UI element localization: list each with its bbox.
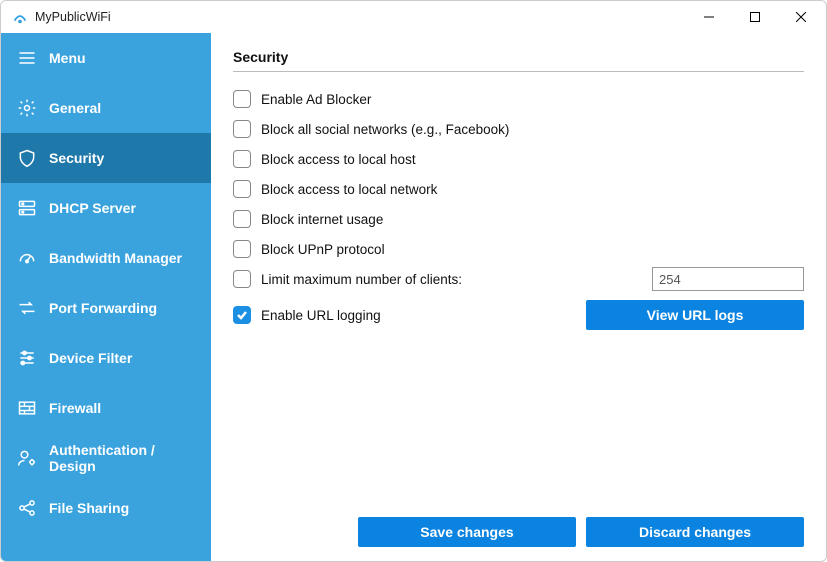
- firewall-icon: [17, 398, 37, 418]
- minimize-button[interactable]: [686, 1, 732, 33]
- action-buttons: Save changes Discard changes: [233, 507, 804, 547]
- sidebar-item-label: Firewall: [49, 400, 101, 416]
- app-icon: [11, 8, 29, 26]
- sidebar-item-label: Device Filter: [49, 350, 132, 366]
- checkbox[interactable]: [233, 150, 251, 168]
- sidebar-item-file-sharing[interactable]: File Sharing: [1, 483, 211, 533]
- window-controls: [686, 1, 824, 33]
- content-area: Security Enable Ad Blocker Block all soc…: [211, 33, 826, 561]
- option-label: Block UPnP protocol: [261, 242, 385, 257]
- checkbox[interactable]: [233, 306, 251, 324]
- option-label: Block access to local host: [261, 152, 416, 167]
- menu-icon: [17, 48, 37, 68]
- checkbox[interactable]: [233, 180, 251, 198]
- sidebar: Menu General Security DHCP Server Bandwi…: [1, 33, 211, 561]
- option-block-localnet[interactable]: Block access to local network: [233, 174, 804, 204]
- server-icon: [17, 198, 37, 218]
- option-label: Block all social networks (e.g., Faceboo…: [261, 122, 509, 137]
- option-block-localhost[interactable]: Block access to local host: [233, 144, 804, 174]
- app-window: MyPublicWiFi Menu General Security: [0, 0, 827, 562]
- option-limit-clients: Limit maximum number of clients:: [233, 264, 804, 294]
- max-clients-input[interactable]: [652, 267, 804, 291]
- discard-button[interactable]: Discard changes: [586, 517, 804, 547]
- close-button[interactable]: [778, 1, 824, 33]
- gear-icon: [17, 98, 37, 118]
- sidebar-item-label: Bandwidth Manager: [49, 250, 182, 266]
- option-block-internet[interactable]: Block internet usage: [233, 204, 804, 234]
- gauge-icon: [17, 248, 37, 268]
- checkbox[interactable]: [233, 240, 251, 258]
- sidebar-item-security[interactable]: Security: [1, 133, 211, 183]
- checkbox[interactable]: [233, 270, 251, 288]
- view-url-logs-button[interactable]: View URL logs: [586, 300, 804, 330]
- save-button[interactable]: Save changes: [358, 517, 576, 547]
- sidebar-item-auth-design[interactable]: Authentication / Design: [1, 433, 211, 483]
- option-label: Enable Ad Blocker: [261, 92, 371, 107]
- sidebar-item-port-forwarding[interactable]: Port Forwarding: [1, 283, 211, 333]
- sidebar-item-label: Authentication / Design: [49, 442, 195, 474]
- sidebar-item-general[interactable]: General: [1, 83, 211, 133]
- option-label: Block access to local network: [261, 182, 437, 197]
- sidebar-item-label: Port Forwarding: [49, 300, 157, 316]
- option-enable-ad-blocker[interactable]: Enable Ad Blocker: [233, 84, 804, 114]
- sidebar-item-label: General: [49, 100, 101, 116]
- sidebar-item-label: Menu: [49, 50, 86, 66]
- checkbox[interactable]: [233, 120, 251, 138]
- sidebar-item-bandwidth[interactable]: Bandwidth Manager: [1, 233, 211, 283]
- share-icon: [17, 498, 37, 518]
- maximize-button[interactable]: [732, 1, 778, 33]
- option-block-upnp[interactable]: Block UPnP protocol: [233, 234, 804, 264]
- option-label: Enable URL logging: [261, 308, 381, 323]
- sidebar-item-device-filter[interactable]: Device Filter: [1, 333, 211, 383]
- checkbox[interactable]: [233, 90, 251, 108]
- sliders-icon: [17, 348, 37, 368]
- checkbox[interactable]: [233, 210, 251, 228]
- sidebar-item-dhcp[interactable]: DHCP Server: [1, 183, 211, 233]
- option-block-social[interactable]: Block all social networks (e.g., Faceboo…: [233, 114, 804, 144]
- app-title: MyPublicWiFi: [35, 10, 111, 24]
- sidebar-item-menu[interactable]: Menu: [1, 33, 211, 83]
- sidebar-item-label: Security: [49, 150, 104, 166]
- option-label: Limit maximum number of clients:: [261, 272, 462, 287]
- sidebar-item-label: DHCP Server: [49, 200, 136, 216]
- sidebar-item-label: File Sharing: [49, 500, 129, 516]
- titlebar: MyPublicWiFi: [1, 1, 826, 33]
- option-label: Block internet usage: [261, 212, 383, 227]
- page-title: Security: [233, 49, 804, 72]
- arrows-icon: [17, 298, 37, 318]
- sidebar-item-firewall[interactable]: Firewall: [1, 383, 211, 433]
- shield-icon: [17, 148, 37, 168]
- user-gear-icon: [17, 448, 37, 468]
- option-enable-url-logging: Enable URL logging View URL logs: [233, 300, 804, 330]
